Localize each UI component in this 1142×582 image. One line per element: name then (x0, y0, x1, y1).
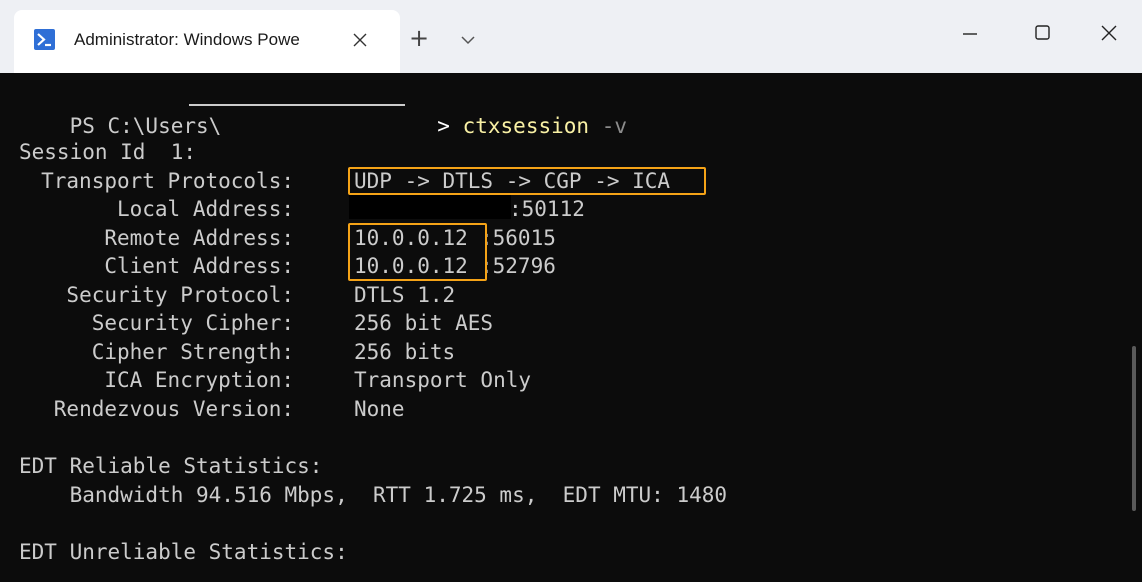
field-label-transport: Transport Protocols: (41, 169, 294, 193)
new-tab-button[interactable]: + (405, 24, 433, 52)
field-value-cipher-strength: 256 bits (354, 340, 456, 364)
field-value-rendezvous: None (354, 397, 405, 421)
field-value-client-port: :52796 (480, 254, 556, 278)
field-value-security-cipher: 256 bit AES (354, 311, 494, 335)
edt-unreliable-header: EDT Unreliable Statistics: (19, 540, 348, 564)
close-icon (353, 33, 367, 47)
minimize-icon[interactable] (947, 12, 993, 52)
redacted-username (189, 104, 405, 106)
prompt-line: PS C:\Users\ > ctxsession -v (19, 84, 627, 138)
tab-title: Administrator: Windows Powe (74, 30, 300, 49)
vertical-scrollbar[interactable] (1132, 346, 1136, 511)
terminal-output[interactable]: PS C:\Users\ > ctxsession -v Session Id 1… (0, 73, 1142, 582)
redacted-local-address (349, 195, 511, 219)
field-label-local: Local Address: (116, 197, 294, 221)
field-label-ica-encryption: ICA Encryption: (104, 368, 294, 392)
edt-reliable-header: EDT Reliable Statistics: (19, 454, 323, 478)
field-label-cipher-strength: Cipher Strength: (91, 340, 294, 364)
powershell-icon (34, 29, 55, 50)
field-label-security-protocol: Security Protocol: (66, 283, 294, 307)
edt-reliable-stats: Bandwidth 94.516 Mbps, RTT 1.725 ms, EDT… (19, 483, 728, 507)
highlight-transport-protocols (348, 167, 706, 195)
terminal-tab[interactable]: Administrator: Windows Powe (14, 10, 400, 73)
session-header: Session Id 1: (19, 140, 197, 164)
field-label-rendezvous: Rendezvous Version: (53, 397, 294, 421)
prompt-suffix: > (437, 114, 450, 138)
title-bar: Administrator: Windows Powe + (0, 0, 1142, 73)
field-value-security-protocol: DTLS 1.2 (354, 283, 456, 307)
maximize-icon[interactable] (1019, 12, 1065, 52)
field-value-ica-encryption: Transport Only (354, 368, 532, 392)
field-value-remote-port: :56015 (480, 226, 556, 250)
close-tab-button[interactable] (346, 26, 374, 54)
command-text: ctxsession (462, 114, 590, 138)
field-value-local: :50112 (509, 197, 585, 221)
prompt-prefix: PS C:\Users\ (69, 114, 222, 138)
highlight-remote-ip (348, 223, 487, 281)
command-flag: -v (601, 114, 627, 138)
field-label-security-cipher: Security Cipher: (91, 311, 294, 335)
chevron-down-icon[interactable] (456, 28, 480, 52)
field-label-remote: Remote Address: (104, 226, 294, 250)
close-icon[interactable] (1086, 12, 1132, 52)
field-label-client: Client Address: (104, 254, 294, 278)
